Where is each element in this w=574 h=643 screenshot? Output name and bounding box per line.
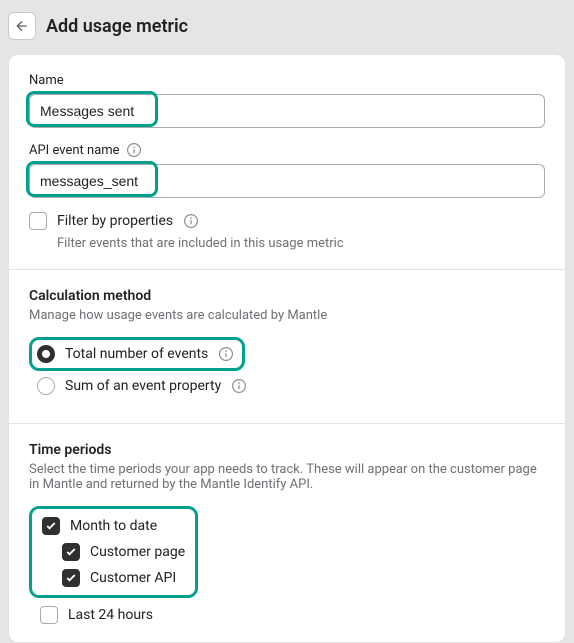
api-label: API event name [29,143,120,158]
time-heading: Time periods [29,442,545,458]
sum-property-label: Sum of an event property [65,378,221,394]
radio-total-events[interactable] [37,345,55,363]
total-events-highlight: Total number of events [29,337,245,371]
radio-sum-property[interactable] [37,377,55,395]
page-title: Add usage metric [46,16,188,37]
checkbox-customer-api[interactable] [62,569,80,587]
time-desc: Select the time periods your app needs t… [29,462,545,492]
last24-label: Last 24 hours [68,607,153,623]
calc-heading: Calculation method [29,288,545,304]
checkbox-customer-page[interactable] [62,543,80,561]
total-events-label: Total number of events [65,346,208,362]
mtd-highlight: Month to date Customer page Customer API [29,506,198,598]
name-label: Name [29,73,545,88]
checkbox-last-24[interactable] [40,606,58,624]
name-input[interactable] [29,94,545,128]
calc-desc: Manage how usage events are calculated b… [29,308,545,323]
api-event-input[interactable] [29,164,545,198]
cust-page-label: Customer page [90,544,185,560]
info-icon[interactable] [231,378,247,394]
info-icon[interactable] [218,346,234,362]
info-icon[interactable] [126,142,142,158]
filter-checkbox[interactable] [29,212,47,230]
mtd-label: Month to date [70,518,157,534]
filter-label: Filter by properties [57,213,173,229]
arrow-left-icon [14,18,30,34]
back-button[interactable] [8,12,36,40]
checkbox-month-to-date[interactable] [42,517,60,535]
info-icon[interactable] [183,213,199,229]
filter-help-text: Filter events that are included in this … [57,236,545,251]
